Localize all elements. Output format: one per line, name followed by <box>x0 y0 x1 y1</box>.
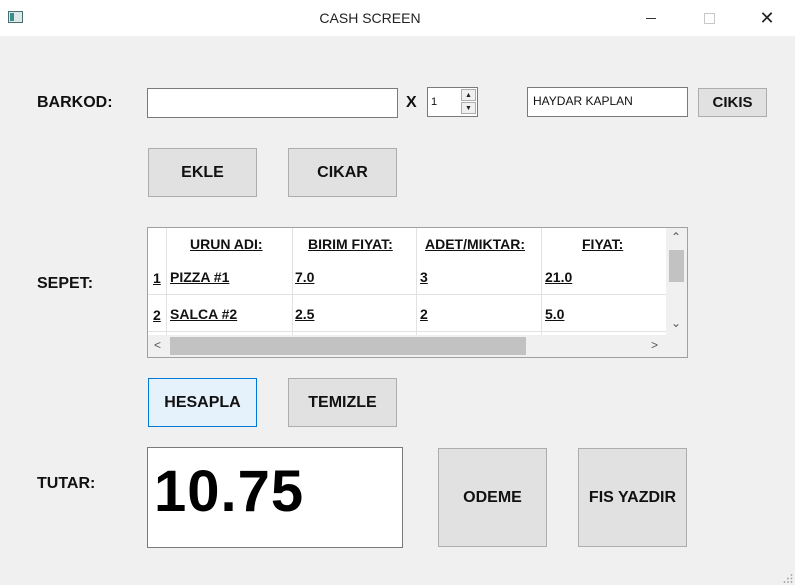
temizle-button[interactable]: TEMIZLE <box>288 378 397 427</box>
resize-grip-icon[interactable] <box>783 573 793 583</box>
maximize-icon <box>703 12 715 24</box>
odeme-button[interactable]: ODEME <box>438 448 547 547</box>
spin-down-icon[interactable]: ▼ <box>461 102 476 114</box>
cikar-button[interactable]: CIKAR <box>288 148 397 197</box>
quantity-stepper[interactable]: 1 ▲ ▼ <box>427 87 478 117</box>
cikis-button[interactable]: CIKIS <box>698 88 767 117</box>
cell-price[interactable]: 5.0 <box>545 306 564 322</box>
scroll-right-icon[interactable]: > <box>651 338 658 352</box>
barcode-input[interactable] <box>147 88 398 118</box>
multiply-label: X <box>406 94 417 111</box>
scroll-left-icon[interactable]: < <box>154 338 161 352</box>
cell-unit-price[interactable]: 7.0 <box>295 269 314 285</box>
total-value: 10.75 <box>154 459 305 524</box>
scroll-up-icon[interactable]: ⌃ <box>671 230 681 244</box>
row-index[interactable]: 1 <box>153 270 161 286</box>
vertical-scroll-thumb[interactable] <box>669 250 684 282</box>
minimize-icon <box>646 17 656 19</box>
column-header-birim-fiyat[interactable]: BIRIM FIYAT: <box>308 236 393 252</box>
close-icon: ✕ <box>759 8 775 28</box>
column-header-urun-adi[interactable]: URUN ADI: <box>190 236 263 252</box>
sepet-label: SEPET: <box>37 275 94 292</box>
tutar-label: TUTAR: <box>37 475 96 492</box>
column-header-adet-miktar[interactable]: ADET/MIKTAR: <box>425 236 525 252</box>
cell-qty[interactable]: 3 <box>420 269 428 285</box>
cell-price[interactable]: 21.0 <box>545 269 572 285</box>
maximize-button[interactable] <box>686 0 732 36</box>
close-button[interactable]: ✕ <box>744 0 790 36</box>
barkod-label: BARKOD: <box>37 94 113 111</box>
cell-qty[interactable]: 2 <box>420 306 428 322</box>
spin-up-icon[interactable]: ▲ <box>461 89 476 101</box>
row-index[interactable]: 2 <box>153 307 161 323</box>
fis-yazdir-button[interactable]: FIS YAZDIR <box>578 448 687 547</box>
column-header-fiyat[interactable]: FIYAT: <box>582 236 623 252</box>
cell-name[interactable]: SALCA #2 <box>170 306 237 322</box>
quantity-value: 1 <box>431 96 438 108</box>
ekle-button[interactable]: EKLE <box>148 148 257 197</box>
user-name-field: HAYDAR KAPLAN <box>527 87 688 117</box>
hesapla-button[interactable]: HESAPLA <box>148 378 257 427</box>
title-bar: CASH SCREEN ✕ <box>0 0 795 36</box>
cell-unit-price[interactable]: 2.5 <box>295 306 314 322</box>
horizontal-scrollbar[interactable]: < > <box>148 335 687 357</box>
cell-name[interactable]: PIZZA #1 <box>170 269 229 285</box>
vertical-scrollbar[interactable]: ⌃ ⌄ <box>666 228 687 335</box>
total-display: 10.75 <box>147 447 403 548</box>
scroll-down-icon[interactable]: ⌄ <box>671 316 681 330</box>
minimize-button[interactable] <box>628 0 674 36</box>
horizontal-scroll-thumb[interactable] <box>170 337 526 355</box>
